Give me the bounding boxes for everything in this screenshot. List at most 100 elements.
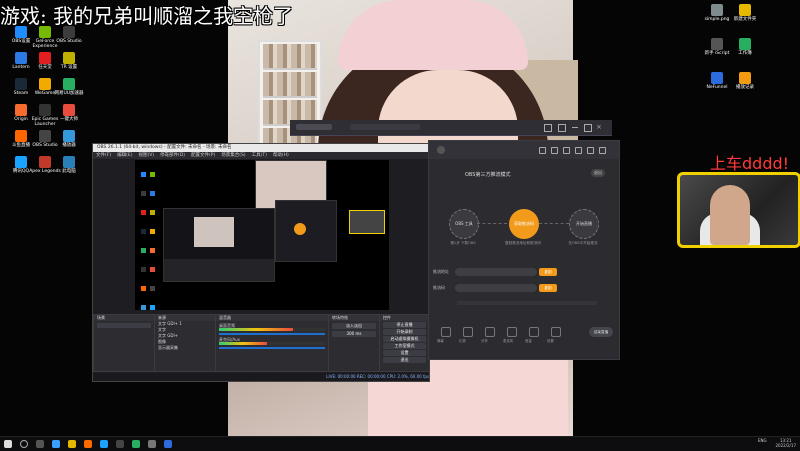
preview-desktop-icon [150,305,155,310]
obs-taskbar-icon[interactable] [116,440,124,448]
clock[interactable]: 13:21 2022/2/17 [775,438,796,448]
desktop-icon[interactable]: 此电脑 [50,156,88,174]
live-assistant-window[interactable]: OBS第三方推流模式 退出 OBS 工具 第1步 下载OBS 获取推流码 复制推流地址… [428,140,620,360]
footer-icon[interactable] [551,327,561,337]
task-view-icon[interactable] [36,440,44,448]
desktop-icon[interactable]: 一键大师 [50,104,88,122]
step-circle[interactable]: OBS 工具 [449,209,479,239]
stream-key-field[interactable] [455,284,537,292]
obs-preview[interactable] [135,160,389,310]
sources-list: 文字 GDI+ 1 文字 文字 GDI+ 图像 显示器采集 [155,321,215,351]
app-icon [63,130,75,142]
preview-desktop-icon [141,210,146,215]
obs-control-button[interactable]: 工作室模式 [383,343,426,349]
exit-mode-button[interactable]: 退出 [591,169,605,177]
controls-dock-title: 控件 [380,315,429,321]
maximize-icon[interactable] [584,124,592,132]
desktop-icon[interactable]: OBS Studio [50,26,88,44]
preview-desktop-icon [150,248,155,253]
search-icon[interactable] [20,440,28,448]
desktop-icon[interactable]: 网易UU加速器 [50,78,88,96]
controls-dock: 控件 停止直播 开始录制 启动虚拟摄像机 工作室模式 设置 退出 [379,314,430,372]
obs-menu-item[interactable]: 帮助(H) [273,153,289,158]
preview-desktop-icon [141,286,146,291]
screen-icon[interactable] [551,147,558,154]
lang-indicator[interactable]: ENG [758,438,767,443]
start-button-icon[interactable] [4,440,12,448]
tab-indicator[interactable] [296,124,332,130]
desktop-icon[interactable]: 播放器 [50,130,88,148]
obs-control-button[interactable]: 开始录制 [383,329,426,335]
volume-slider[interactable] [219,333,325,335]
desktop-icon[interactable]: 工作簿 [726,38,764,56]
step-circle[interactable]: 开始直播 [569,209,599,239]
footer-icon[interactable] [529,327,539,337]
user-icon[interactable] [587,147,594,154]
home-icon[interactable] [544,124,552,132]
preview-desktop-icon [141,229,146,234]
edge-icon[interactable] [52,440,60,448]
scene-item[interactable] [97,323,151,328]
obs-menu-item[interactable]: 工具(T) [252,153,267,158]
app-icon[interactable] [148,440,156,448]
bell-icon[interactable] [563,147,570,154]
volume-meter [219,328,325,331]
obs-docks: 场景 来源 文字 GDI+ 1 文字 文字 GDI+ 图像 显示器采集 混音器 桌面音频… [93,314,430,372]
app-icon[interactable] [132,440,140,448]
home-icon[interactable] [575,147,582,154]
mixer-channel: 麦克风/Aux [219,337,325,349]
stream-title: 游戏: 我的兄弟叫顺溜之我空枪了 [0,4,294,28]
hint-text-bar [457,301,597,305]
preview-desktop-icon [141,191,146,196]
obs-control-button[interactable]: 设置 [383,350,426,356]
share-icon[interactable] [599,147,606,154]
desktop-icon[interactable]: 新建文件夹 [726,4,764,22]
window-controls[interactable]: × [544,123,604,132]
obs-menu-item[interactable]: 场景集合(S) [221,153,245,158]
close-icon[interactable]: × [596,123,602,131]
transition-duration[interactable]: 300 ms [332,331,376,337]
douyu-icon[interactable] [84,440,92,448]
footer-icon[interactable] [463,327,473,337]
obs-control-button[interactable]: 停止直播 [383,322,426,328]
obs-menu-item[interactable]: 文件(F) [96,153,111,158]
step-caption: 第1步 下载OBS [450,241,476,245]
copy-button[interactable]: 复制 [539,284,557,292]
qq-icon[interactable] [100,440,108,448]
stream-key-field[interactable] [455,268,537,276]
file-explorer-icon[interactable] [68,440,76,448]
transition-select[interactable]: 淡入淡出 [332,323,376,329]
volume-slider[interactable] [219,347,325,349]
desktop-icon-label: 播放器 [62,143,76,148]
obs-titlebar[interactable]: OBS 26.1.1 (64-bit, windows) - 配置文件: 未命名… [93,144,429,152]
address-bar[interactable] [350,124,420,130]
record-icon[interactable] [539,147,546,154]
grid-icon[interactable] [558,124,566,132]
obs-menu-item[interactable]: 停靠部件(D) [160,153,185,158]
app-icon [63,26,75,38]
taskbar: ENG 13:21 2022/2/17 [0,436,800,451]
end-stream-button[interactable]: 结束直播 [589,327,613,337]
desktop-icon[interactable]: TR 设置 [50,52,88,70]
obs-menu-item[interactable]: 视图(V) [138,153,154,158]
step-circle[interactable]: 获取推流码 [509,209,539,239]
source-item[interactable]: 显示器采集 [155,345,215,351]
nested-desktop-icons [139,164,159,310]
footer-icon[interactable] [441,327,451,337]
obs-menu-item[interactable]: 编辑(E) [117,153,132,158]
copy-button[interactable]: 复制 [539,268,557,276]
minimize-icon[interactable] [572,127,578,128]
obs-menu-item[interactable]: 配置文件(P) [191,153,215,158]
obs-control-button[interactable]: 退出 [383,357,426,363]
desktop-icon[interactable]: 播放记录 [726,72,764,90]
desktop-icon-label: 播放记录 [736,85,754,90]
obs-control-button[interactable]: 启动虚拟摄像机 [383,336,426,342]
footer-icon[interactable] [485,327,495,337]
system-tray[interactable] [664,440,754,448]
mixer-dock: 混音器 桌面音频 麦克风/Aux [215,314,329,372]
assistant-header [429,141,619,159]
desktop-icon-label: TR 设置 [60,65,78,70]
footer-icon[interactable] [507,327,517,337]
obs-window[interactable]: OBS 26.1.1 (64-bit, windows) - 配置文件: 未命名… [92,143,430,382]
app-icon[interactable] [164,440,172,448]
